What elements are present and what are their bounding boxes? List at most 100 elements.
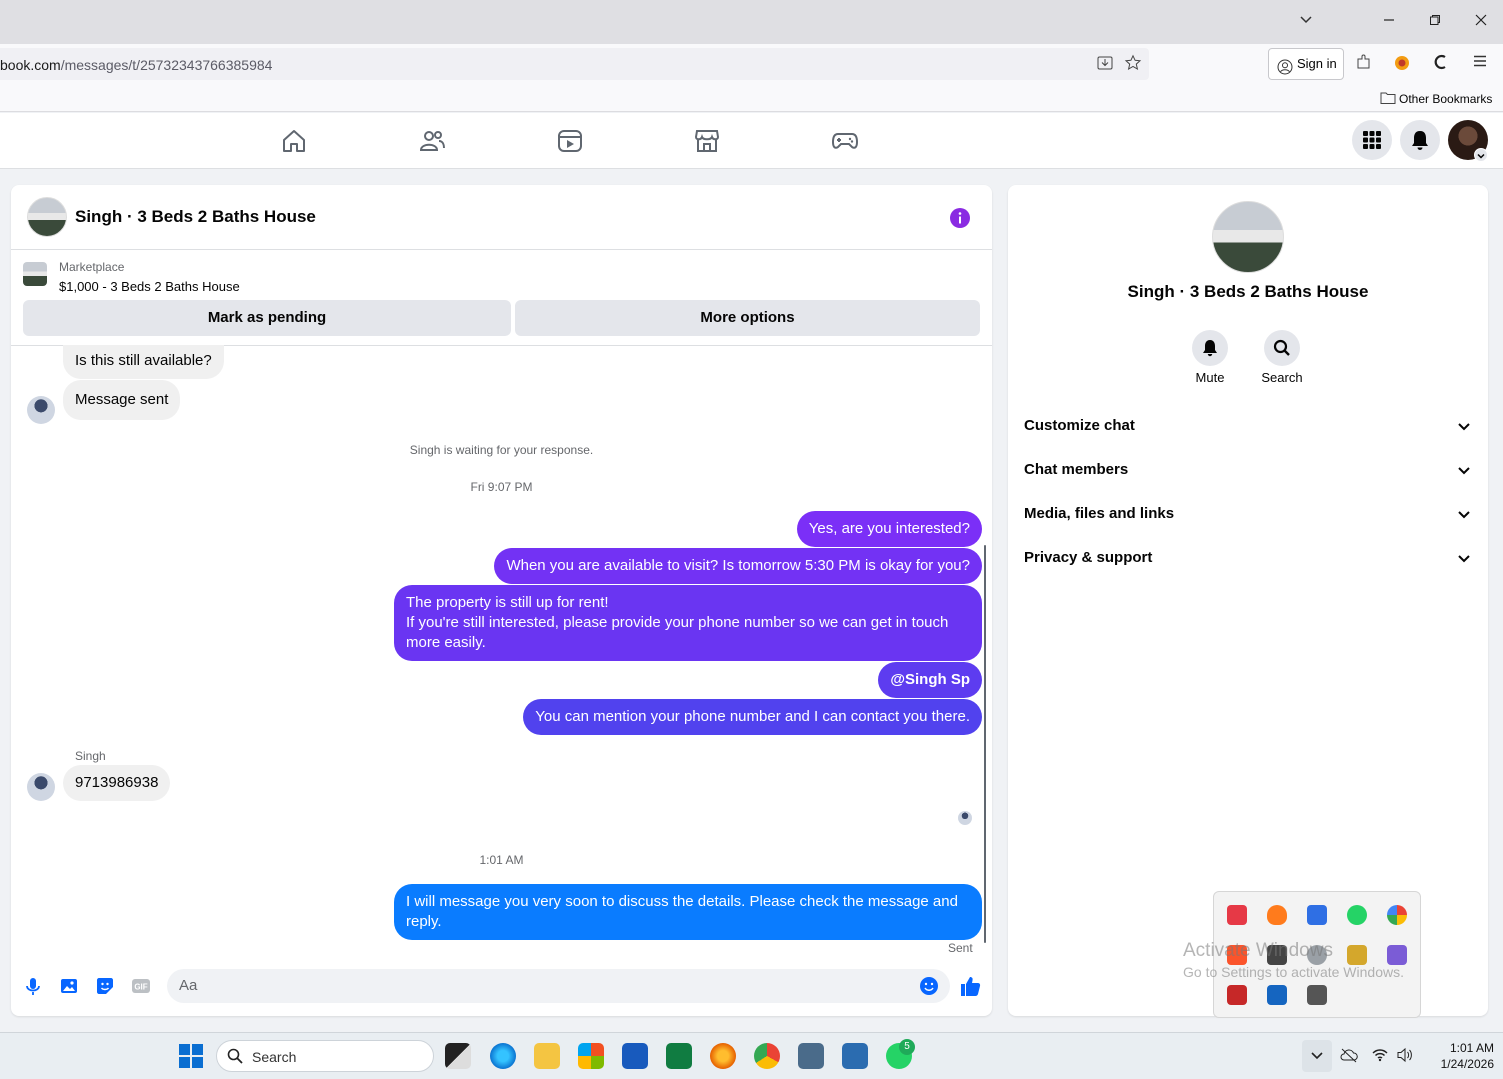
photo-icon[interactable] bbox=[59, 976, 79, 996]
message-out[interactable]: @Singh Sp bbox=[878, 662, 982, 698]
start-windows-icon[interactable] bbox=[178, 1043, 204, 1069]
tray-overflow-button[interactable] bbox=[1302, 1040, 1332, 1072]
extension-fox-icon[interactable] bbox=[1391, 53, 1413, 75]
bookmark-star-icon[interactable] bbox=[1122, 54, 1144, 76]
message-out[interactable]: You can mention your phone number and I … bbox=[523, 699, 982, 735]
svg-text:GIF: GIF bbox=[134, 983, 147, 992]
like-thumb-icon[interactable] bbox=[958, 974, 982, 998]
chat-panel: Singh · 3 Beds 2 Baths House Marketplace… bbox=[11, 185, 992, 1016]
microsoft-store-icon[interactable] bbox=[578, 1043, 604, 1069]
app-tray-icon[interactable] bbox=[1347, 945, 1367, 965]
volume-icon[interactable] bbox=[1396, 1047, 1414, 1068]
message-out[interactable]: I will message you very soon to discuss … bbox=[394, 884, 982, 940]
menu-grid-button[interactable] bbox=[1352, 120, 1392, 160]
message-input[interactable]: Aa bbox=[167, 969, 950, 1003]
section-chat-members[interactable]: Chat members bbox=[1024, 458, 1474, 482]
more-options-button[interactable]: More options bbox=[515, 300, 980, 336]
message-in[interactable]: Is this still available? bbox=[63, 345, 224, 379]
taskbar-clock[interactable]: 1:01 AM 1/24/2026 bbox=[1420, 1040, 1494, 1072]
marketplace-icon[interactable] bbox=[693, 127, 721, 155]
activation-watermark-title: Activate Windows bbox=[1183, 940, 1333, 961]
mark-pending-button[interactable]: Mark as pending bbox=[23, 300, 511, 336]
tab-list-chevron-icon[interactable] bbox=[1294, 10, 1318, 34]
color-tray-icon[interactable] bbox=[1387, 905, 1407, 925]
message-out[interactable]: The property is still up for rent! If yo… bbox=[394, 585, 982, 661]
drive-icon[interactable] bbox=[1307, 985, 1327, 1005]
chevron-down-icon bbox=[1454, 416, 1474, 436]
header-divider bbox=[11, 249, 992, 250]
section-customize-chat[interactable]: Customize chat bbox=[1024, 414, 1474, 438]
search-label[interactable]: Search bbox=[1252, 370, 1312, 385]
menu-icon[interactable] bbox=[1469, 53, 1491, 75]
account-chevron-icon[interactable] bbox=[1474, 148, 1488, 162]
wifi-icon[interactable] bbox=[1372, 1047, 1388, 1068]
restore-icon[interactable] bbox=[1423, 10, 1447, 34]
chrome-icon[interactable] bbox=[754, 1043, 780, 1069]
sender-avatar[interactable] bbox=[27, 773, 55, 801]
section-label: Media, files and links bbox=[1024, 505, 1175, 522]
excel-icon[interactable] bbox=[666, 1043, 692, 1069]
listing-thumbnail[interactable] bbox=[23, 262, 47, 286]
search-conversation-button[interactable] bbox=[1264, 330, 1300, 366]
message-line: If you're still interested, please provi… bbox=[406, 614, 949, 651]
other-bookmarks-label: Other Bookmarks bbox=[1399, 92, 1493, 106]
fire-icon[interactable] bbox=[1267, 905, 1287, 925]
video-icon[interactable] bbox=[556, 127, 584, 155]
express-vpn-icon[interactable] bbox=[1227, 905, 1247, 925]
listing-title[interactable]: $1,000 - 3 Beds 2 Baths House bbox=[59, 279, 240, 294]
scrollbar[interactable] bbox=[984, 545, 986, 943]
task-view-icon[interactable] bbox=[445, 1043, 471, 1069]
firefox-icon[interactable] bbox=[710, 1043, 736, 1069]
info-tray-icon[interactable] bbox=[1307, 905, 1327, 925]
search-icon bbox=[1273, 339, 1290, 356]
gaming-icon[interactable] bbox=[831, 127, 859, 155]
taskbar-search[interactable]: Search bbox=[216, 1040, 434, 1072]
conversation-title[interactable]: Singh · 3 Beds 2 Baths House bbox=[75, 207, 316, 227]
url-text[interactable]: book.com/messages/t/25732343766385984 bbox=[0, 57, 272, 73]
message-out[interactable]: When you are available to visit? Is tomo… bbox=[494, 548, 982, 584]
notepad-icon[interactable] bbox=[842, 1043, 868, 1069]
chevron-down-icon bbox=[1454, 504, 1474, 524]
friends-icon[interactable] bbox=[418, 127, 446, 155]
message-in[interactable]: 9713986938 bbox=[63, 765, 171, 801]
bell-icon bbox=[1412, 131, 1428, 150]
sign-in-button[interactable]: Sign in bbox=[1268, 48, 1344, 80]
section-media-files-links[interactable]: Media, files and links bbox=[1024, 502, 1474, 526]
word-icon[interactable] bbox=[622, 1043, 648, 1069]
timestamp: 1:01 AM bbox=[479, 853, 524, 867]
message-in[interactable]: Message sent bbox=[63, 380, 181, 420]
cloud-offline-icon[interactable] bbox=[1340, 1047, 1358, 1068]
section-privacy-support[interactable]: Privacy & support bbox=[1024, 546, 1474, 570]
microphone-icon[interactable] bbox=[23, 976, 43, 996]
close-window-icon[interactable] bbox=[1469, 10, 1493, 34]
whatsapp-badge: 5 bbox=[899, 1039, 915, 1055]
clock-time: 1:01 AM bbox=[1449, 1041, 1494, 1055]
notifications-button[interactable] bbox=[1400, 120, 1440, 160]
grid-icon bbox=[1363, 131, 1381, 149]
mute-button[interactable] bbox=[1192, 330, 1228, 366]
app-icon[interactable] bbox=[798, 1043, 824, 1069]
chevron-down-icon bbox=[1454, 548, 1474, 568]
message-out[interactable]: Yes, are you interested? bbox=[796, 511, 982, 547]
whatsapp-tray-icon[interactable] bbox=[1347, 905, 1367, 925]
pdf-icon[interactable] bbox=[1227, 985, 1247, 1005]
info-avatar[interactable] bbox=[1212, 201, 1284, 273]
extension-c-icon[interactable] bbox=[1430, 53, 1452, 75]
info-icon[interactable] bbox=[949, 207, 971, 229]
emoji-icon[interactable] bbox=[919, 976, 939, 1001]
file-explorer-icon[interactable] bbox=[534, 1043, 560, 1069]
save-page-icon[interactable] bbox=[1094, 54, 1116, 76]
conversation-avatar[interactable] bbox=[27, 197, 67, 237]
edge-icon[interactable] bbox=[490, 1043, 516, 1069]
shield-icon[interactable] bbox=[1267, 985, 1287, 1005]
pen-icon[interactable] bbox=[1387, 945, 1407, 965]
browser-titlebar bbox=[0, 0, 1503, 44]
sender-avatar[interactable] bbox=[27, 396, 55, 424]
other-bookmarks[interactable]: Other Bookmarks bbox=[1380, 90, 1492, 108]
gif-icon[interactable]: GIF bbox=[131, 976, 151, 996]
extensions-puzzle-icon[interactable] bbox=[1353, 53, 1375, 75]
sticker-icon[interactable] bbox=[95, 976, 115, 996]
mute-label[interactable]: Mute bbox=[1180, 370, 1240, 385]
home-icon[interactable] bbox=[280, 127, 308, 155]
minimize-icon[interactable] bbox=[1377, 10, 1401, 34]
